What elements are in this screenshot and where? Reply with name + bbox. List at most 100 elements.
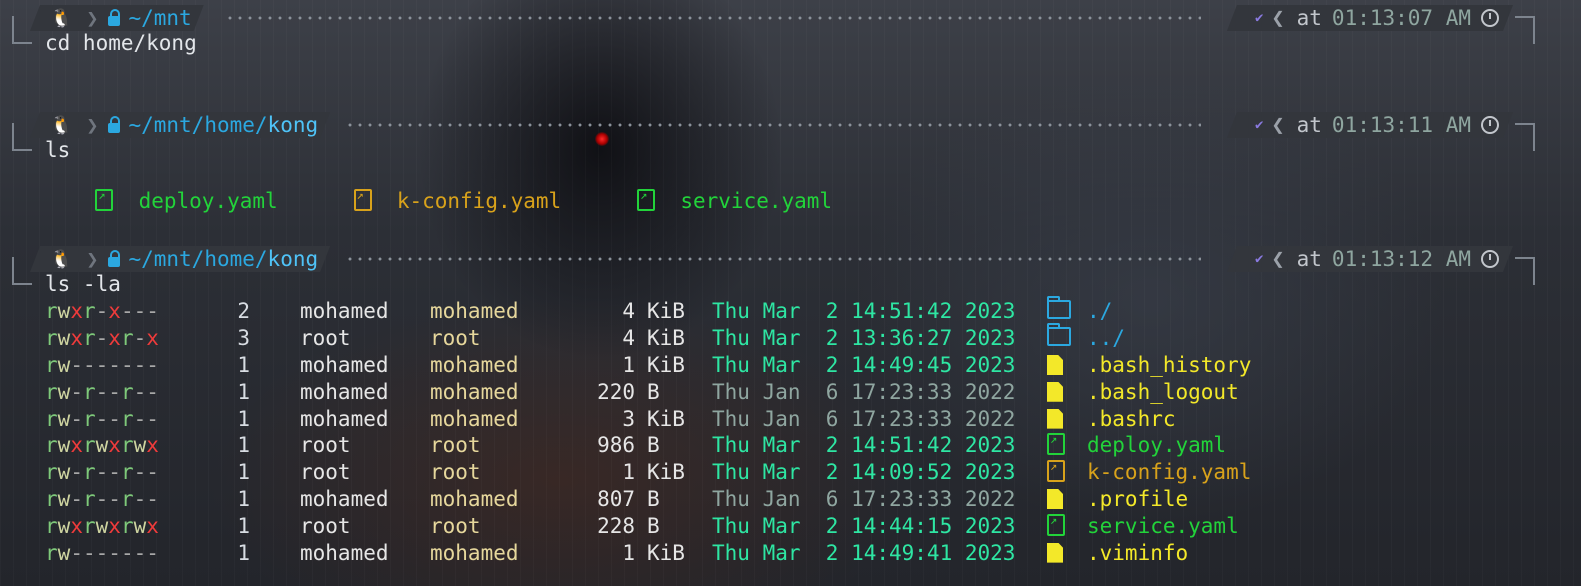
icon-cell [1047, 352, 1087, 379]
angle-left-icon: ❮ [1271, 112, 1285, 138]
file-link-icon [1047, 459, 1065, 483]
size-unit-cell: KiB [647, 299, 685, 324]
permissions-cell: rw-r--r-- [45, 460, 159, 485]
group-cell: root [430, 433, 481, 458]
owner-cell: root [300, 433, 351, 458]
filename-cell[interactable]: .bashrc [1087, 405, 1251, 432]
prompt-time: 01:13:07 AM [1331, 6, 1471, 30]
size-cell: 807 [597, 486, 635, 511]
size-cell: 4 [622, 299, 635, 324]
icon-cell [1047, 539, 1087, 566]
owner-cell: root [300, 326, 351, 351]
lock-icon [108, 257, 120, 267]
links-cell: 1 [237, 540, 250, 565]
icon-cell [1047, 405, 1087, 432]
table-row: rw-r--r-- 1 root root 1 KiB Thu Mar 2 14:09:52… [45, 459, 1251, 486]
prompt-bracket-left [12, 16, 32, 44]
document-icon [1047, 542, 1063, 563]
ls-item: service.yaml [637, 188, 832, 213]
command-text-1[interactable]: cd home/kong [45, 31, 197, 55]
ls-la-listing: rwxr-x--- 2 mohamed mohamed 4 KiB Thu Mar 2 14… [45, 296, 1251, 566]
links-cell: 1 [237, 486, 250, 511]
filename-cell[interactable]: ../ [1087, 325, 1251, 352]
prompt-at-label: at [1296, 113, 1322, 137]
group-cell: root [430, 326, 481, 351]
links-cell: 1 [237, 406, 250, 431]
linux-icon: 🐧 [50, 7, 73, 29]
owner-cell: mohamed [300, 379, 389, 404]
owner-cell: mohamed [300, 299, 389, 324]
links-cell: 1 [237, 352, 250, 377]
permissions-cell: rw------- [45, 352, 159, 377]
date-cell: Thu Jan 6 17:23:33 2022 [712, 379, 1016, 404]
table-row: rwxr-xr-x 3 root root 4 KiB Thu Mar 2 13:36:27… [45, 323, 1251, 352]
permissions-cell: rw------- [45, 540, 159, 565]
icon-cell [1047, 323, 1087, 352]
filename-cell[interactable]: k-config.yaml [1087, 459, 1251, 486]
filename-cell[interactable]: service.yaml [1087, 512, 1251, 539]
prompt-path: ~/mnt/home/kong [128, 247, 319, 271]
icon-cell [1047, 432, 1087, 459]
command-text-3[interactable]: ls -la [45, 272, 121, 296]
table-row: rwxrwxrwx 1 root root 986 B Thu Mar 2 14:51:42… [45, 432, 1251, 459]
size-unit-cell: KiB [647, 540, 685, 565]
date-cell: Thu Mar 2 14:09:52 2023 [712, 460, 1016, 485]
prompt-path: ~/mnt [128, 6, 192, 30]
prompt-segment-path: 🐧 ❯ ~/mnt/home/kong [30, 112, 330, 138]
size-cell: 220 [597, 379, 635, 404]
links-cell: 3 [237, 326, 250, 351]
permissions-cell: rw-r--r-- [45, 406, 159, 431]
permissions-cell: rwxr-x--- [45, 299, 159, 324]
lock-icon [108, 16, 120, 26]
prompt-bracket-right [1515, 123, 1535, 151]
prompt-path: ~/mnt/home/kong [128, 113, 319, 137]
file-link-icon [637, 188, 656, 211]
document-icon [1047, 488, 1063, 509]
clock-icon [1481, 250, 1499, 268]
separator-icon: ❯ [86, 113, 99, 137]
date-cell: Thu Mar 2 14:51:42 2023 [712, 433, 1016, 458]
prompt-bracket-right [1515, 257, 1535, 285]
filename-cell[interactable]: .bash_history [1087, 352, 1251, 379]
folder-icon [1047, 296, 1071, 320]
size-cell: 1 [622, 460, 635, 485]
prompt-line-1: 🐧 ❯ ~/mnt ✔ ❮ at 01:13:07 AM [0, 2, 1581, 44]
filename-cell[interactable]: deploy.yaml [1087, 432, 1251, 459]
filename-cell[interactable]: .profile [1087, 486, 1251, 513]
date-cell: Thu Mar 2 13:36:27 2023 [712, 326, 1016, 351]
table-row: rw-r--r-- 1 mohamed mohamed 3 KiB Thu Jan 6 17… [45, 405, 1251, 432]
command-text-2[interactable]: ls [45, 138, 70, 162]
table-row: rw------- 1 mohamed mohamed 1 KiB Thu Mar 2 14… [45, 352, 1251, 379]
clock-icon [1481, 116, 1499, 134]
prompt-time: 01:13:12 AM [1331, 247, 1471, 271]
permissions-cell: rwxrwxrwx [45, 433, 159, 458]
prompt-bracket-right [1515, 16, 1535, 44]
date-cell: Thu Mar 2 14:44:15 2023 [712, 513, 1016, 538]
prompt-at-label: at [1296, 6, 1322, 30]
filename-cell[interactable]: .bash_logout [1087, 378, 1251, 405]
table-row: rwxr-x--- 2 mohamed mohamed 4 KiB Thu Mar 2 14… [45, 296, 1251, 325]
ls-item: k-config.yaml [353, 188, 561, 213]
size-unit-cell: B [647, 486, 660, 511]
prompt-dots [345, 123, 1201, 127]
separator-icon: ❯ [86, 247, 99, 271]
permissions-cell: rw-r--r-- [45, 486, 159, 511]
filename-cell[interactable]: .viminfo [1087, 539, 1251, 566]
links-cell: 1 [237, 379, 250, 404]
prompt-bracket-left [12, 123, 32, 151]
check-icon: ✔ [1254, 251, 1264, 267]
filename-cell[interactable]: ./ [1087, 298, 1251, 325]
prompt-bracket-left [12, 257, 32, 285]
icon-cell [1047, 378, 1087, 405]
linux-icon: 🐧 [50, 248, 73, 270]
size-unit-cell: B [647, 379, 660, 404]
permissions-cell: rwxr-xr-x [45, 326, 159, 351]
size-unit-cell: KiB [647, 352, 685, 377]
table-row: rwxrwxrwx 1 root root 228 B Thu Mar 2 14:44:15… [45, 512, 1251, 539]
separator-icon: ❯ [86, 6, 99, 30]
table-row: rw-r--r-- 1 mohamed mohamed 807 B Thu Jan 6 17… [45, 486, 1251, 513]
links-cell: 1 [237, 460, 250, 485]
date-cell: Thu Jan 6 17:23:33 2022 [712, 486, 1016, 511]
owner-cell: mohamed [300, 352, 389, 377]
size-unit-cell: KiB [647, 326, 685, 351]
